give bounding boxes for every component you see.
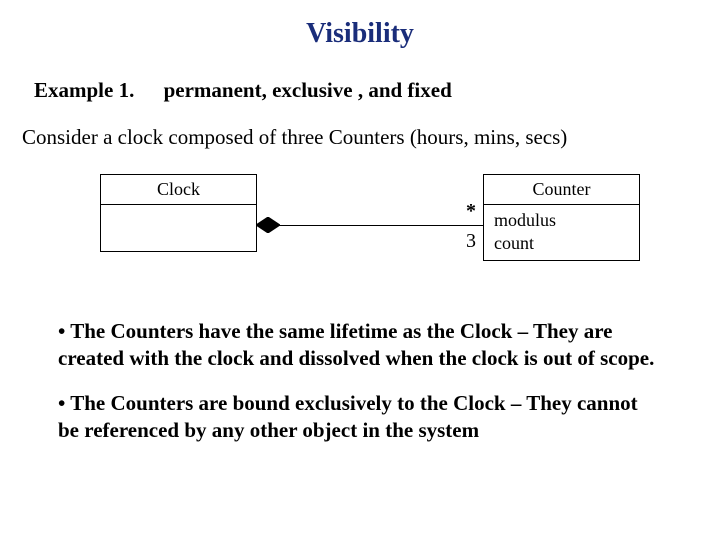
bullet-2: • The Counters are bound exclusively to … (58, 390, 662, 444)
uml-class-clock: Clock (100, 174, 257, 252)
counter-attr-count: count (494, 232, 629, 255)
example-desc: permanent, exclusive , and fixed (164, 78, 452, 102)
clock-name: Clock (101, 175, 256, 205)
example-row: Example 1. permanent, exclusive , and fi… (34, 78, 720, 103)
multiplicity-star: * (466, 200, 476, 223)
counter-name: Counter (484, 175, 639, 205)
uml-diagram: Clock Counter modulus count * 3 (60, 174, 660, 284)
association-line (256, 225, 484, 226)
uml-class-counter: Counter modulus count (483, 174, 640, 261)
bullet-1: • The Counters have the same lifetime as… (58, 318, 662, 372)
clock-body (101, 205, 256, 251)
counter-body: modulus count (484, 205, 639, 260)
composition-diamond-icon (256, 217, 280, 233)
example-label: Example 1. (34, 78, 134, 103)
bullet-list: • The Counters have the same lifetime as… (58, 318, 662, 444)
page-title: Visibility (0, 18, 720, 50)
consider-text: Consider a clock composed of three Count… (22, 125, 720, 150)
counter-attr-modulus: modulus (494, 209, 629, 232)
multiplicity-three: 3 (466, 230, 476, 253)
